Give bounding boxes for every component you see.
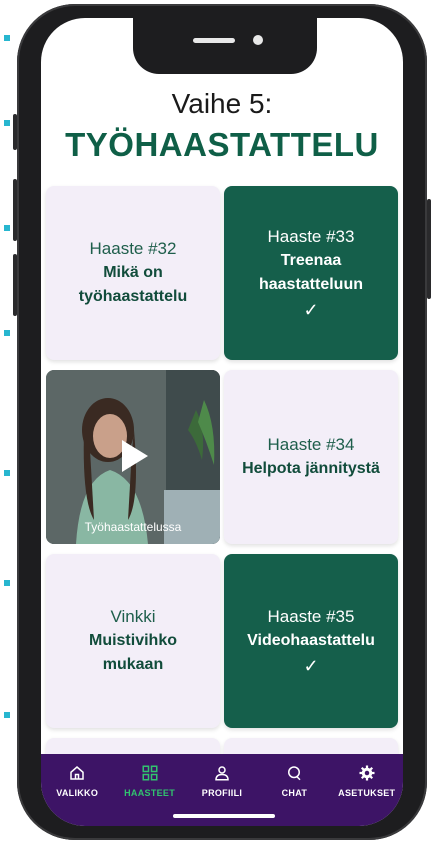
user-icon	[215, 766, 229, 781]
tip-card[interactable]: Vinkki Muistivihko mukaan	[46, 554, 220, 728]
card-label: Haaste #34	[267, 435, 355, 454]
card-title: Treenaa haastatteluun	[258, 252, 363, 293]
decor-dot	[4, 470, 10, 476]
nav-label: ASETUKSET	[338, 788, 396, 798]
decor-dot	[4, 330, 10, 336]
decor-dot	[4, 35, 10, 41]
video-caption: Työhaastattelussa	[84, 520, 182, 534]
card-label: Haaste #35	[267, 607, 355, 626]
grid-icon	[142, 765, 158, 781]
nav-label: CHAT	[281, 788, 308, 798]
challenge-card-33[interactable]: Haaste #33 Treenaa haastatteluun ✓	[224, 186, 398, 360]
bottom-nav: VALIKKO HAASTEET PROFIILI CHAT ASETUKSET	[41, 754, 403, 826]
step-label: Vaihe 5:	[171, 88, 273, 119]
card-title: Helpota jännitystä	[242, 460, 380, 477]
decor-dot	[4, 712, 10, 718]
checkmark-icon: ✓	[303, 656, 319, 676]
decor-dot	[4, 225, 10, 231]
card-title: Muistivihko mukaan	[88, 632, 177, 673]
nav-item-chat[interactable]: CHAT	[259, 764, 329, 798]
home-icon	[70, 766, 84, 780]
card-label: Vinkki	[110, 607, 156, 626]
card-title: Videohaastattelu	[247, 632, 375, 649]
chat-icon	[288, 766, 301, 781]
play-icon[interactable]	[122, 440, 148, 472]
card-title: Mikä on työhaastattelu	[78, 264, 188, 305]
phone-volume-down	[13, 254, 17, 316]
nav-label: VALIKKO	[56, 788, 99, 798]
decor-dot	[4, 580, 10, 586]
nav-item-profiili[interactable]: PROFIILI	[187, 764, 257, 798]
nav-item-haasteet[interactable]: HAASTEET	[115, 764, 185, 798]
speaker-grille	[193, 38, 235, 43]
nav-item-asetukset[interactable]: ASETUKSET	[332, 764, 402, 798]
nav-label: PROFIILI	[201, 788, 243, 798]
video-tile[interactable]: Työhaastattelussa	[46, 370, 220, 544]
checkmark-icon: ✓	[303, 300, 319, 320]
card-label: Haaste #32	[89, 239, 177, 258]
phone-volume-up	[13, 179, 17, 241]
phone-frame: Vaihe 5: TYÖHAASTATTELU Haaste #32 Mikä …	[13, 4, 431, 840]
home-indicator	[173, 814, 275, 818]
decor-dot	[4, 120, 10, 126]
camera-icon	[253, 35, 263, 45]
card-label: Haaste #33	[267, 227, 355, 246]
phone-power-button	[427, 199, 431, 299]
phone-notch	[133, 18, 317, 74]
page-title: TYÖHAASTATTELU	[65, 126, 379, 163]
app-screen: Vaihe 5: TYÖHAASTATTELU Haaste #32 Mikä …	[41, 18, 403, 826]
nav-item-valikko[interactable]: VALIKKO	[42, 764, 112, 798]
gear-icon	[359, 765, 375, 781]
challenge-card-34[interactable]: Haaste #34 Helpota jännitystä	[224, 370, 398, 544]
nav-label: HAASTEET	[124, 788, 176, 798]
phone-side-button	[13, 114, 17, 150]
challenge-card-32[interactable]: Haaste #32 Mikä on työhaastattelu	[46, 186, 220, 360]
challenge-card-35[interactable]: Haaste #35 Videohaastattelu ✓	[224, 554, 398, 728]
